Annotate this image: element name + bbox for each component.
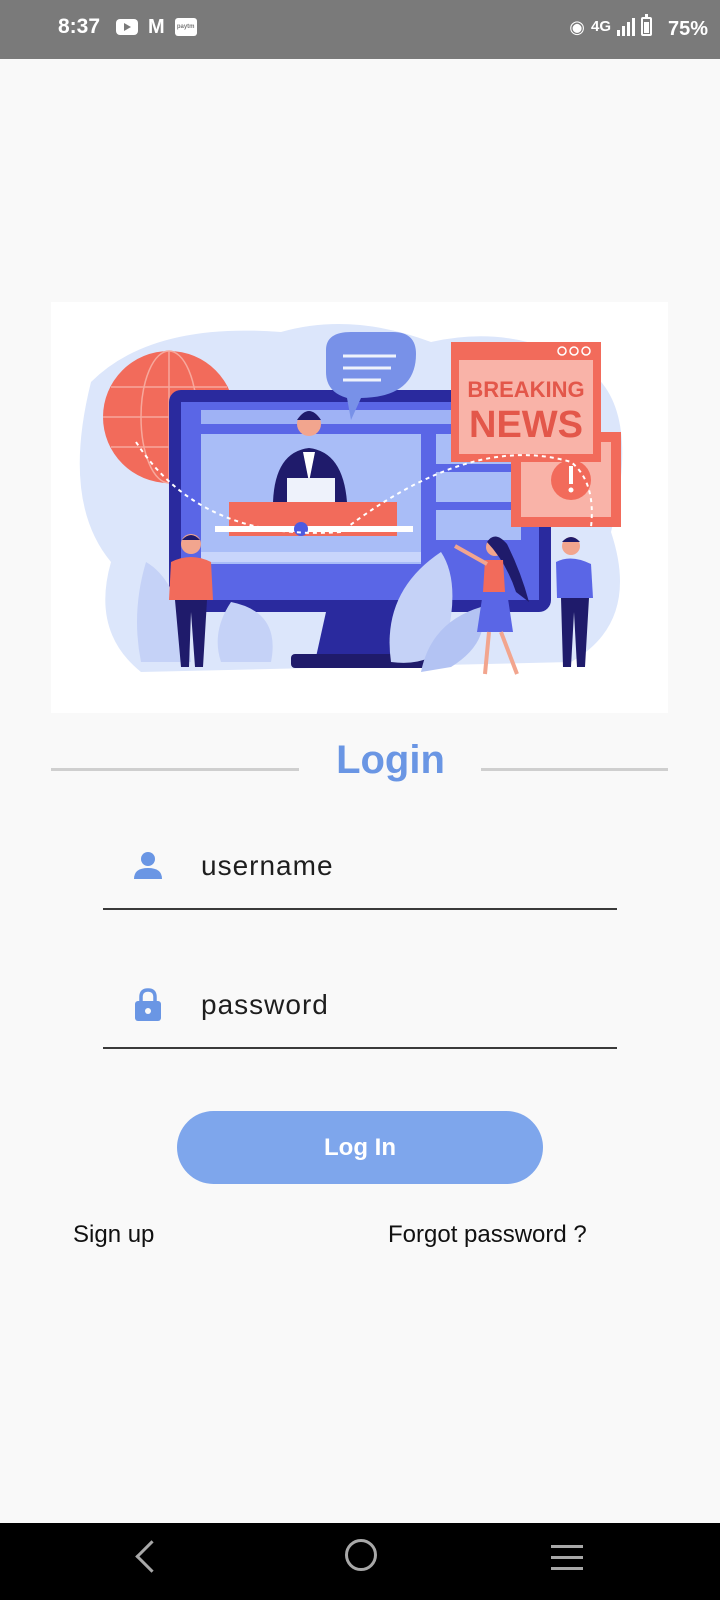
status-time: 8:37 (58, 15, 101, 38)
password-input[interactable] (199, 979, 603, 1031)
battery-icon: 75% (641, 14, 708, 40)
gmail-icon: M (148, 16, 165, 38)
battery-percentage: 75% (667, 18, 708, 40)
notification-icons: M paytm (116, 16, 197, 38)
hotspot-icon: ◉ (569, 16, 585, 37)
password-field (103, 977, 617, 1049)
news-text: NEWS (469, 404, 583, 446)
signal-icon (617, 17, 635, 36)
illustration-graphic: BREAKING NEWS (79, 324, 623, 675)
paytm-icon: paytm (174, 18, 197, 36)
status-bar: 8:37 M paytm ◉ 4G 75% (0, 0, 720, 59)
back-icon[interactable] (135, 1540, 168, 1573)
login-title: Login (336, 738, 445, 782)
login-heading: Login (0, 738, 720, 788)
divider-right (481, 768, 668, 771)
breaking-text: BREAKING (467, 377, 584, 402)
login-button[interactable]: Log In (177, 1111, 543, 1184)
lock-icon (135, 988, 161, 1021)
recent-apps-icon[interactable] (551, 1545, 583, 1578)
youtube-icon (116, 19, 138, 35)
network-type: 4G (590, 18, 611, 35)
user-icon (134, 852, 162, 879)
username-field (103, 838, 617, 910)
breaking-news-illustration: BREAKING NEWS (51, 302, 668, 713)
signup-link[interactable]: Sign up (73, 1221, 154, 1249)
system-icons: ◉ 4G 75% (569, 14, 708, 40)
divider-left (51, 768, 299, 771)
username-input[interactable] (199, 840, 603, 892)
forgot-password-link[interactable]: Forgot password ? (388, 1221, 587, 1249)
navigation-bar (0, 1523, 720, 1600)
home-icon[interactable] (345, 1539, 377, 1571)
